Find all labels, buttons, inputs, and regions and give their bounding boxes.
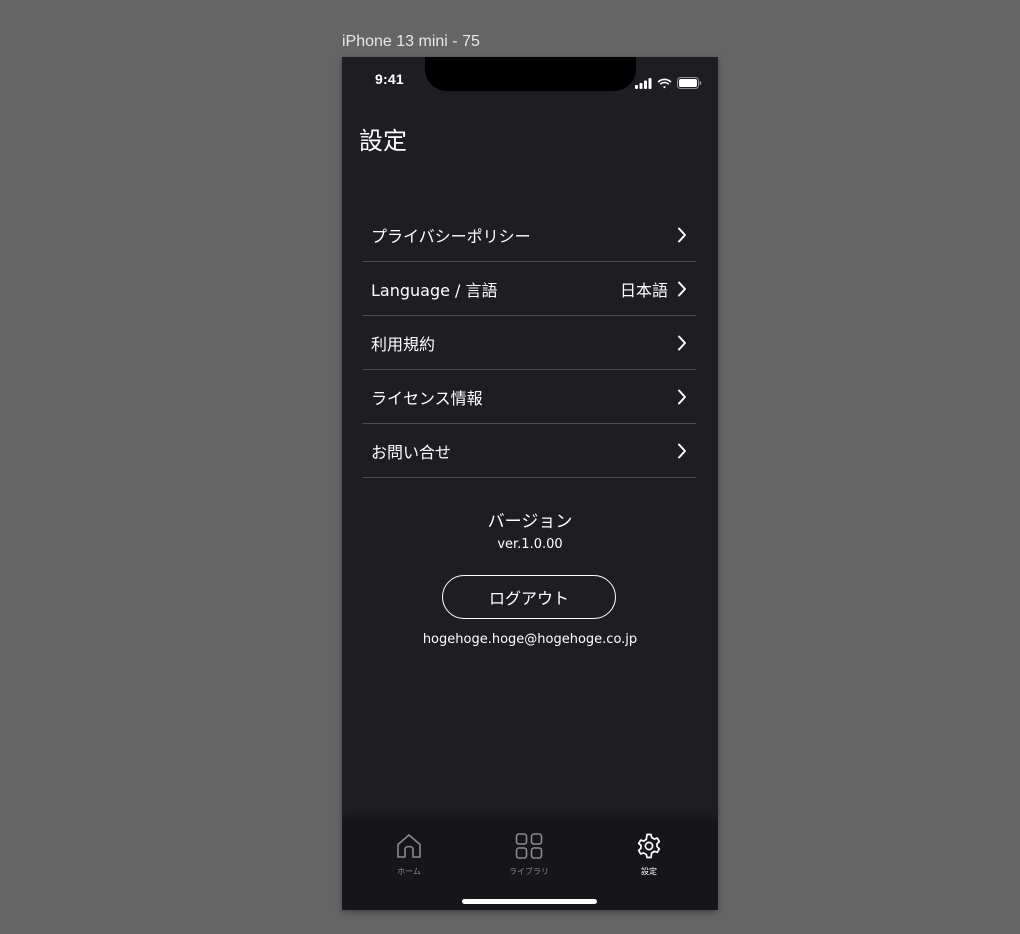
menu-item-label: 利用規約 <box>371 334 436 354</box>
tab-settings[interactable]: 設定 <box>609 833 689 877</box>
chevron-right-icon <box>676 443 688 459</box>
tab-home[interactable]: ホーム <box>369 833 449 877</box>
settings-menu: プライバシーポリシー Language / 言語 日本語 利用規約 ライセンス情… <box>363 208 696 478</box>
tab-bar: ホーム ライブラリ 設定 <box>342 821 718 910</box>
frame-label: iPhone 13 mini - 75 <box>342 33 480 50</box>
page-title: 設定 <box>359 127 407 155</box>
cellular-signal-icon <box>635 74 652 93</box>
status-icons <box>635 74 702 93</box>
menu-item-privacy-policy[interactable]: プライバシーポリシー <box>363 208 696 262</box>
logout-button[interactable]: ログアウト <box>442 575 616 619</box>
phone-screen: 9:41 設定 プライバシーポリシー Language / 言語 日本語 利用規… <box>342 57 718 910</box>
home-indicator <box>462 899 597 904</box>
home-icon <box>395 833 423 863</box>
language-value: 日本語 <box>619 280 668 300</box>
grid-icon <box>515 833 543 863</box>
version-value: ver.1.0.00 <box>497 537 563 552</box>
menu-item-license-info[interactable]: ライセンス情報 <box>363 370 696 424</box>
battery-icon <box>677 74 702 93</box>
chevron-right-icon <box>676 281 688 297</box>
menu-item-contact[interactable]: お問い合せ <box>363 424 696 478</box>
menu-item-label: プライバシーポリシー <box>371 226 531 246</box>
chevron-right-icon <box>676 227 688 243</box>
tab-library[interactable]: ライブラリ <box>489 833 569 877</box>
menu-item-terms-of-use[interactable]: 利用規約 <box>363 316 696 370</box>
tab-label: 設定 <box>641 867 657 876</box>
gear-icon <box>635 833 663 863</box>
menu-item-label: ライセンス情報 <box>371 388 483 408</box>
device-notch <box>425 57 636 91</box>
menu-item-label: Language / 言語 <box>371 280 498 300</box>
tab-label: ホーム <box>397 867 421 876</box>
version-title: バージョン <box>487 512 573 532</box>
status-time: 9:41 <box>375 71 404 87</box>
wifi-icon <box>657 74 672 93</box>
chevron-right-icon <box>676 335 688 351</box>
menu-item-label: お問い合せ <box>371 442 452 462</box>
chevron-right-icon <box>676 389 688 405</box>
account-email: hogehoge.hoge@hogehoge.co.jp <box>422 632 638 647</box>
tab-label: ライブラリ <box>509 867 549 876</box>
menu-item-language[interactable]: Language / 言語 日本語 <box>363 262 696 316</box>
